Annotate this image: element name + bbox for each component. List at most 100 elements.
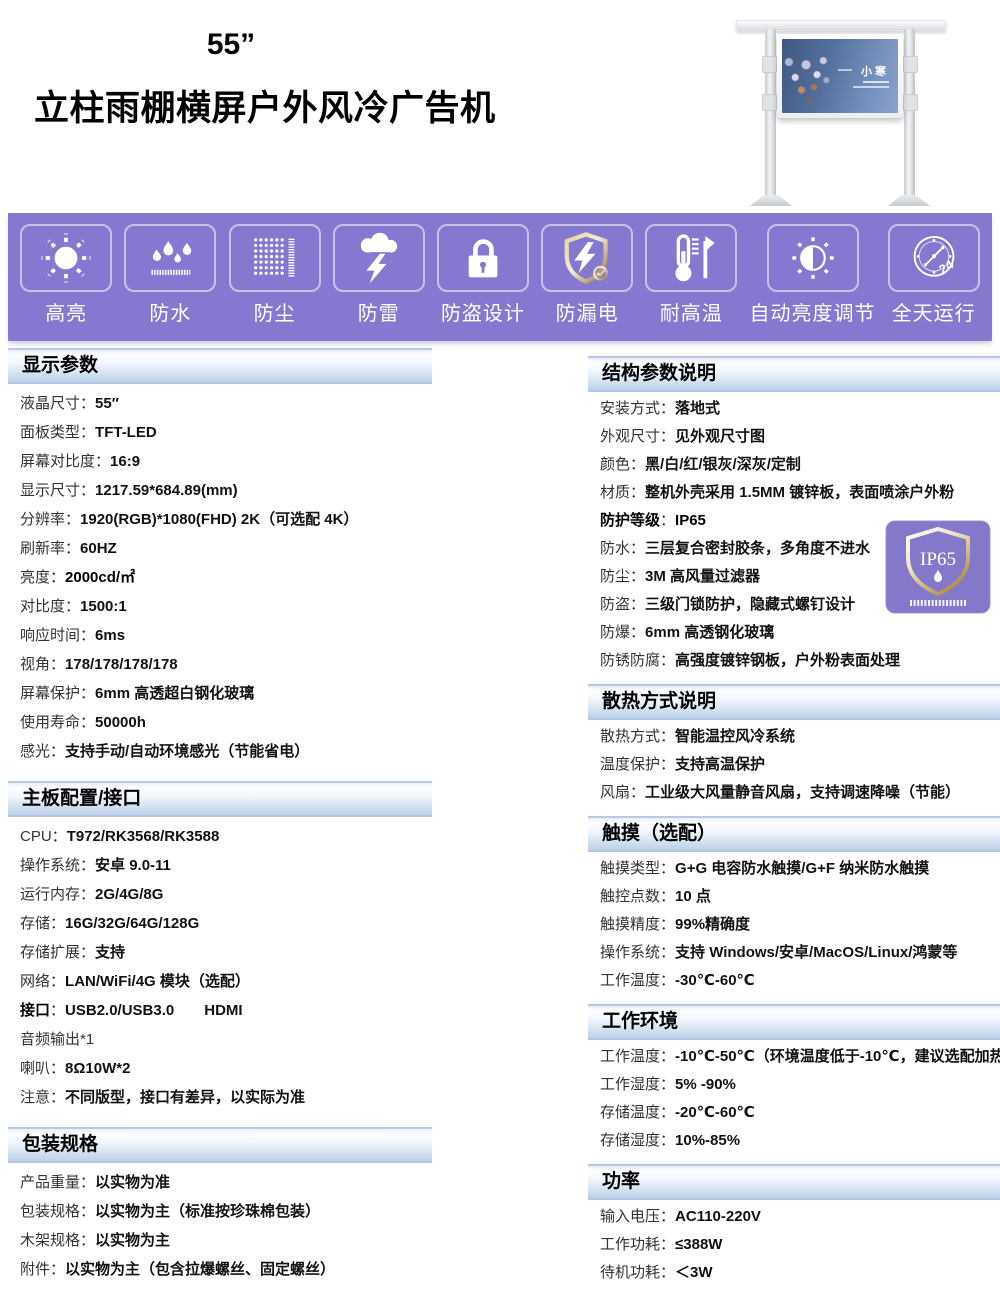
row-label: 工作功耗 (600, 1236, 660, 1253)
row-colon: ： (50, 1261, 65, 1278)
row-label: 液晶尺寸 (20, 395, 80, 412)
row-label: 存储温度 (600, 1104, 660, 1121)
row-label: 操作系统 (20, 857, 80, 874)
row-value: USB2.0/USB3.0 HDMI (65, 1002, 243, 1019)
spec-column-right: IP65 结构参数说明安装方式：落地式外观尺寸：见外观尺寸图颜色：黑/白/红/银… (588, 348, 1000, 1288)
row-colon: ： (660, 1236, 675, 1253)
spec-row: 存储湿度：10%-85% (588, 1127, 1000, 1155)
spec-row: 防爆：6mm 高透钢化玻璃 (588, 619, 1000, 647)
feature-label: 全天运行 (892, 297, 976, 326)
row-value: 工业级大风量静音风扇，支持调速降噪（节能） (645, 784, 960, 801)
row-label: 注意 (20, 1089, 50, 1106)
spec-row: 风扇：工业级大风量静音风扇，支持调速降噪（节能） (588, 779, 1000, 807)
product-title: 立柱雨棚横屏户外风冷广告机 (34, 80, 496, 131)
spec-row: 屏幕对比度：16:9 (8, 447, 432, 476)
row-label: 响应时间 (20, 627, 80, 644)
section-rows: 液晶尺寸：55″面板类型：TFT-LED屏幕对比度：16:9显示尺寸：1217.… (8, 384, 432, 767)
row-colon: ： (80, 714, 95, 731)
row-colon: ： (80, 944, 95, 961)
left-foot (750, 195, 792, 206)
row-label: 触摸类型 (600, 860, 660, 877)
row-label: 接口 (20, 1002, 50, 1019)
spec-row: 工作温度：-30℃-60℃ (588, 967, 1000, 995)
row-value: 8Ω10W*2 (65, 1060, 130, 1077)
row-value: 以实物为主（包含拉爆螺丝、固定螺丝） (65, 1261, 335, 1278)
row-value: 黑/白/红/银灰/深灰/定制 (645, 456, 801, 473)
row-value: 2G/4G/8G (95, 886, 163, 903)
row-colon: ： (80, 886, 95, 903)
row-value: 16:9 (110, 453, 140, 470)
row-label: 视角 (20, 656, 50, 673)
spec-section: 显示参数液晶尺寸：55″面板类型：TFT-LED屏幕对比度：16:9显示尺寸：1… (8, 348, 432, 767)
row-label: 面板类型 (20, 424, 80, 441)
mount-bracket (762, 56, 777, 73)
spec-row: 使用寿命：50000h (8, 708, 432, 737)
row-colon: ： (630, 568, 645, 585)
spec-row: 工作湿度：5% -90% (588, 1071, 1000, 1099)
spec-row: 触控点数：10 点 (588, 883, 1000, 911)
spec-row: 存储：16G/32G/64G/128G (8, 909, 432, 938)
spec-row: 音频输出*1 (8, 1025, 432, 1054)
spec-row: 触摸类型：G+G 电容防水触摸/G+F 纳米防水触摸 (588, 855, 1000, 883)
screen-decor-line (863, 81, 889, 83)
row-value: 60HZ (80, 540, 117, 557)
row-label: 使用寿命 (20, 714, 80, 731)
spec-row: 液晶尺寸：55″ (8, 389, 432, 418)
spec-row: 网络：LAN/WiFi/4G 模块（选配） (8, 967, 432, 996)
row-label: 喇叭 (20, 1060, 50, 1077)
feature-label: 防漏电 (556, 297, 619, 326)
anti-theft-lock-icon (437, 224, 529, 292)
row-value: G+G 电容防水触摸/G+F 纳米防水触摸 (675, 860, 929, 877)
spec-row: 刷新率：60HZ (8, 534, 432, 563)
row-colon: ： (80, 395, 95, 412)
row-value: 1500:1 (80, 598, 127, 615)
right-pillar (904, 29, 915, 200)
row-colon: ： (660, 1048, 675, 1065)
row-colon: ： (660, 1132, 675, 1149)
spec-row: 面板类型：TFT-LED (8, 418, 432, 447)
spec-row: 防锈防腐：高强度镀锌钢板，户外粉表面处理 (588, 647, 1000, 675)
row-value: 支持 (95, 944, 125, 961)
spec-row: 分辨率：1920(RGB)*1080(FHD) 2K（可选配 4K） (8, 505, 432, 534)
spec-row: 工作功耗：≤388W (588, 1231, 1000, 1259)
row-colon: ： (50, 743, 65, 760)
spec-row: 操作系统：支持 Windows/安卓/MacOS/Linux/鸿蒙等 (588, 939, 1000, 967)
row-value: IP65 (675, 512, 706, 529)
row-colon: ： (80, 424, 95, 441)
feature-label: 自动亮度调节 (750, 297, 876, 326)
section-header: 触摸（选配） (588, 816, 1000, 852)
row-colon: ： (80, 1232, 95, 1249)
feature-label: 防雷 (358, 297, 400, 326)
row-value: 智能温控风冷系统 (675, 728, 795, 745)
section-rows: 输入电压：AC110-220V工作功耗：≤388W待机功耗：＜3W (588, 1200, 1000, 1288)
spec-section: 主板配置/接口CPU：T972/RK3568/RK3588操作系统：安卓 9.0… (8, 781, 432, 1113)
screen-decor-line (838, 69, 852, 71)
row-label: 防盗 (600, 596, 630, 613)
row-value: 10%-85% (675, 1132, 740, 1149)
row-label: 对比度 (20, 598, 65, 615)
lightning-protection-icon (333, 224, 425, 292)
spec-row: 喇叭：8Ω10W*2 (8, 1054, 432, 1083)
section-rows: 散热方式：智能温控风冷系统温度保护：支持高温保护风扇：工业级大风量静音风扇，支持… (588, 720, 1000, 808)
spec-row: 材质：整机外壳采用 1.5MM 镀锌板，表面喷涂户外粉 (588, 479, 1000, 507)
section-header: 主板配置/接口 (8, 781, 432, 817)
row-colon: ： (660, 860, 675, 877)
row-value: LAN/WiFi/4G 模块（选配） (65, 973, 250, 990)
auto-brightness-icon (767, 224, 859, 292)
row-colon: ： (95, 453, 110, 470)
row-value: -30℃-60℃ (675, 972, 755, 989)
mount-bracket (903, 94, 918, 111)
row-value: 不同版型，接口有差异，以实际为准 (65, 1089, 305, 1106)
section-header: 散热方式说明 (588, 684, 1000, 720)
spec-row: CPU：T972/RK3568/RK3588 (8, 822, 432, 851)
row-label: 亮度 (20, 569, 50, 586)
row-value: 2000cd/㎡ (65, 569, 135, 586)
spec-row: 外观尺寸：见外观尺寸图 (588, 423, 1000, 451)
section-header: 显示参数 (8, 348, 432, 384)
row-colon: ： (80, 1174, 95, 1191)
row-colon: ： (660, 756, 675, 773)
row-label: 感光 (20, 743, 50, 760)
row-label: 防护等级 (600, 512, 660, 529)
feature-label: 高亮 (45, 297, 87, 326)
feature-label: 防水 (149, 297, 191, 326)
